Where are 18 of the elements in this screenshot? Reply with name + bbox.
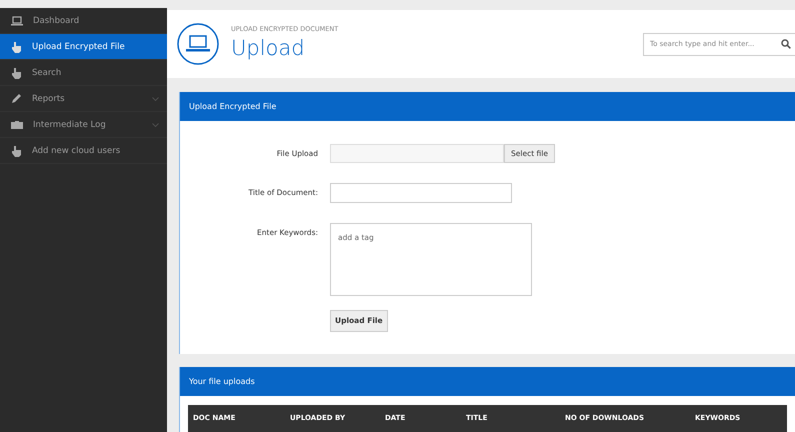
- hand-pointer-icon: [11, 40, 22, 52]
- hand-pointer-icon: [11, 144, 22, 156]
- sidebar-item[interactable]: Reports: [0, 86, 167, 112]
- input-field[interactable]: [330, 183, 512, 203]
- panel-header: Upload Encrypted File: [180, 92, 795, 121]
- sidebar-item[interactable]: Add new cloud users: [0, 138, 167, 164]
- page-title: Upload: [231, 36, 306, 60]
- file-input-field[interactable]: [330, 144, 504, 163]
- search-icon: [781, 38, 791, 48]
- sidebar-item[interactable]: Search: [0, 60, 167, 86]
- sidebar-item[interactable]: Intermediate Log: [0, 112, 167, 138]
- hand-pointer-icon: [11, 66, 22, 78]
- laptop-icon: [11, 16, 23, 26]
- laptop-icon: [177, 23, 219, 65]
- sidebar-item[interactable]: Upload Encrypted File: [0, 34, 167, 60]
- panel-header: Your file uploads: [180, 366, 795, 396]
- briefcase-icon: [11, 120, 23, 130]
- pencil-icon: [11, 93, 22, 104]
